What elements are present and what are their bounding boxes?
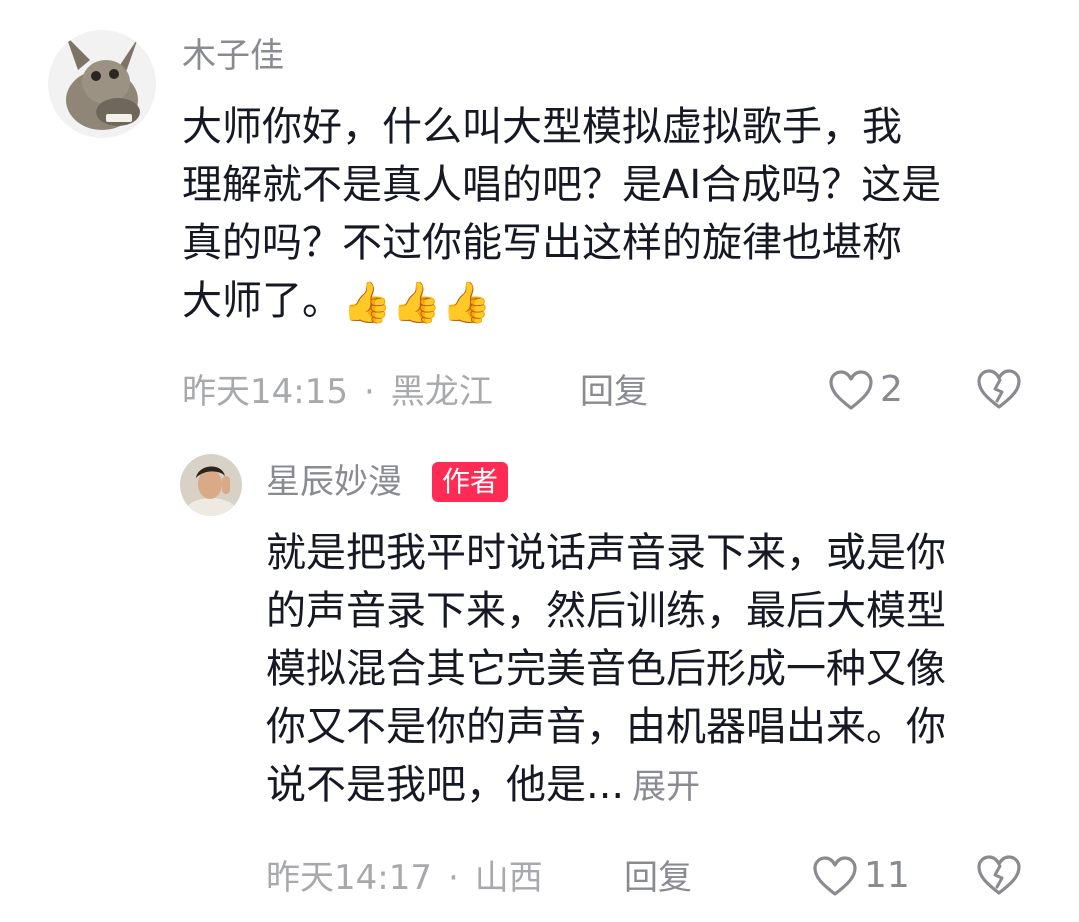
comment-line: 真的吗？不过你能写出这样的旋律也堪称 — [182, 220, 902, 266]
man-avatar-icon — [180, 454, 242, 516]
comment-line: 大师你好，什么叫大型模拟虚拟歌手，我 — [182, 104, 902, 150]
like-button[interactable]: 2 — [828, 368, 903, 412]
comment-line: 理解就不是真人唱的吧？是AI合成吗？这是 — [182, 162, 942, 208]
reply-line: 模拟混合其它完美音色后形成一种又像 — [266, 646, 946, 692]
heart-icon — [829, 370, 873, 410]
avatar[interactable] — [48, 30, 156, 138]
comment-meta: 昨天14:15 · 黑龙江 — [182, 372, 493, 412]
reply-time: 昨天14:17 — [266, 858, 432, 898]
reply-avatar[interactable] — [180, 454, 242, 516]
reply-line: 就是把我平时说话声音录下来，或是你 — [266, 530, 946, 576]
meta-separator: · — [447, 858, 459, 898]
broken-heart-icon — [977, 855, 1021, 895]
donkey-avatar-icon — [48, 30, 156, 138]
reply-username[interactable]: 星辰妙漫 — [266, 462, 402, 502]
thumbs-up-emoji: 👍👍👍 — [342, 280, 492, 326]
dislike-button[interactable] — [976, 854, 1022, 900]
comment-line-text: 大师了。 — [182, 278, 342, 324]
reply-text: 就是把我平时说话声音录下来，或是你 的声音录下来，然后训练，最后大模型 模拟混合… — [266, 524, 946, 816]
reply-location: 山西 — [474, 858, 543, 898]
reply-line-last: 说不是我吧，他是... 展开 — [266, 756, 946, 816]
meta-separator: · — [363, 372, 375, 412]
reply-line: 的声音录下来，然后训练，最后大模型 — [266, 588, 946, 634]
dislike-button[interactable] — [976, 368, 1022, 414]
reply-button[interactable]: 回复 — [624, 858, 692, 898]
comment-location: 黑龙江 — [390, 372, 493, 412]
like-button[interactable]: 11 — [812, 854, 910, 898]
comment-username[interactable]: 木子佳 — [182, 36, 284, 76]
author-badge: 作者 — [432, 462, 509, 502]
reply-button[interactable]: 回复 — [580, 372, 648, 412]
reply-meta: 昨天14:17 · 山西 — [266, 858, 543, 898]
broken-heart-icon — [977, 369, 1021, 409]
comment-line-last: 大师了。👍👍👍 — [182, 272, 941, 330]
like-count: 11 — [864, 855, 910, 896]
expand-button[interactable]: 展开 — [632, 767, 700, 807]
like-count: 2 — [880, 369, 903, 410]
reply-line-text: 说不是我吧，他是... — [266, 762, 625, 808]
comment-text: 大师你好，什么叫大型模拟虚拟歌手，我 理解就不是真人唱的吧？是AI合成吗？这是 … — [182, 98, 941, 330]
heart-icon — [813, 856, 857, 896]
reply-line: 你又不是你的声音，由机器唱出来。你 — [266, 704, 946, 750]
comment-time: 昨天14:15 — [182, 372, 348, 412]
